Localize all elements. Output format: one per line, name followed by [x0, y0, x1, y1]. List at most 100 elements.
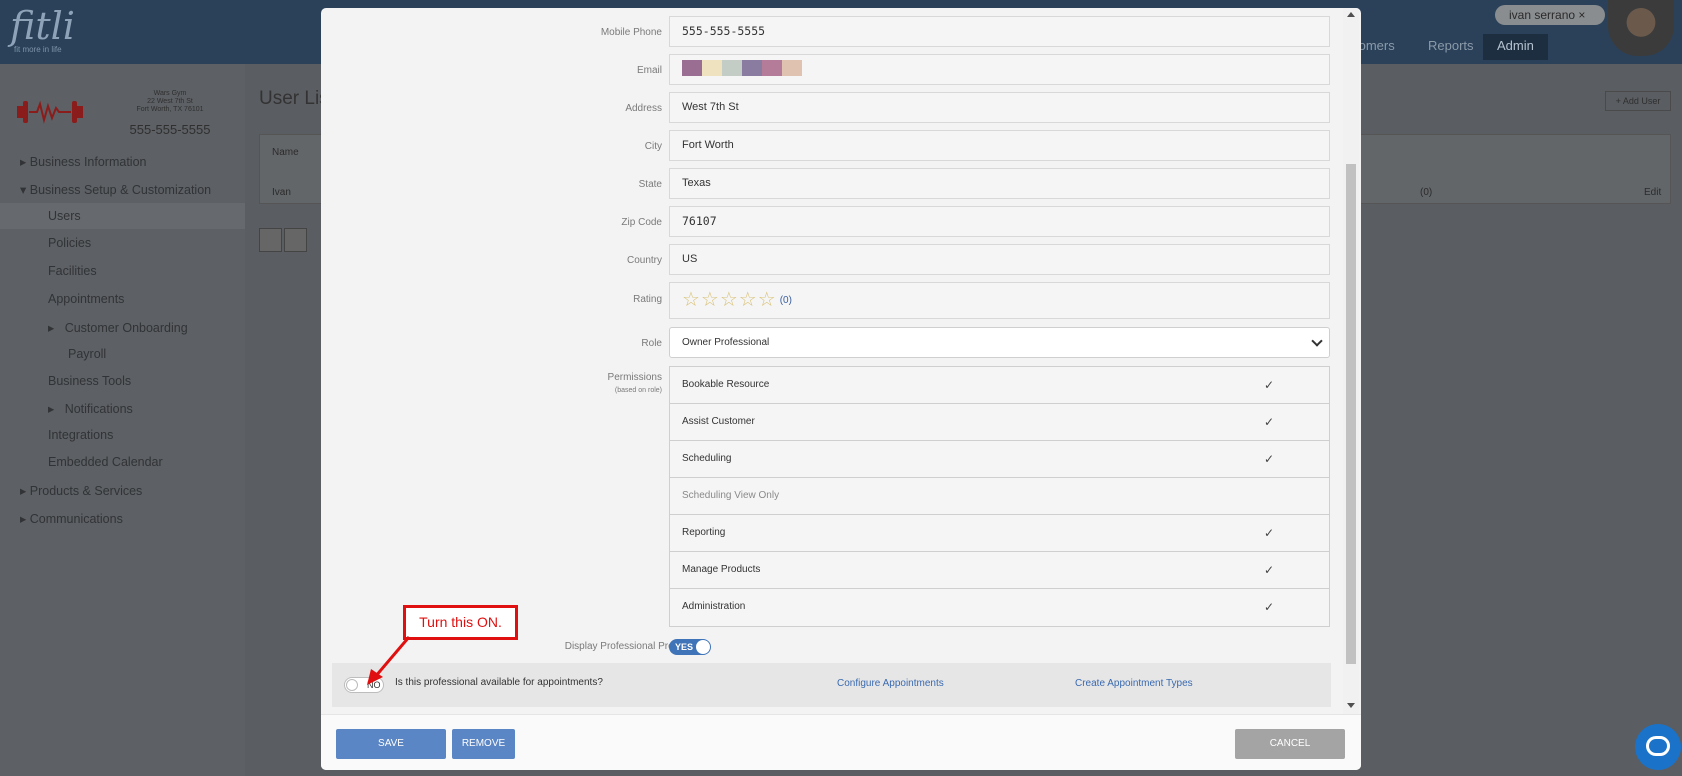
column-header-name: Name [272, 147, 299, 158]
pager-prev-button[interactable] [259, 228, 282, 252]
configure-appointments-link[interactable]: Configure Appointments [837, 678, 944, 689]
check-icon: ✓ [1263, 452, 1274, 466]
edit-user-modal: Mobile Phone 555-555-5555 Email Address … [321, 8, 1361, 770]
permission-row[interactable]: Manage Products ✓ [670, 552, 1329, 589]
sidebar-item-appointments[interactable]: Appointments [48, 292, 124, 306]
sidebar-item-notifications[interactable]: ▸ Notifications [48, 401, 133, 416]
city-input[interactable]: Fort Worth [669, 130, 1330, 161]
check-icon: ✓ [1263, 600, 1274, 614]
sidebar-item-embedded-calendar[interactable]: Embedded Calendar [48, 455, 163, 469]
remove-button[interactable]: REMOVE [452, 729, 515, 759]
role-value: Owner Professional [682, 337, 770, 348]
table-row-rating-count: (0) [1420, 187, 1433, 198]
modal-body: Mobile Phone 555-555-5555 Email Address … [321, 8, 1361, 714]
chat-bubble-icon [1646, 736, 1670, 756]
create-appointment-types-link[interactable]: Create Appointment Types [1075, 678, 1193, 689]
avatar[interactable] [1608, 0, 1674, 56]
permission-row[interactable]: Reporting ✓ [670, 515, 1329, 552]
zip-input[interactable]: 76107 [669, 206, 1330, 237]
business-name: Wars Gym [153, 90, 187, 97]
toggle-knob [346, 679, 358, 691]
sidebar-item-communications[interactable]: ▸ Communications [20, 511, 123, 526]
sidebar-item-products-services[interactable]: ▸ Products & Services [20, 483, 142, 498]
redacted-block [722, 60, 742, 77]
scrollbar-thumb[interactable] [1346, 164, 1356, 664]
business-city: Fort Worth, TX 76101 [136, 106, 204, 113]
table-row-edit-link[interactable]: Edit [1644, 187, 1661, 198]
sidebar-item-payroll[interactable]: Payroll [68, 347, 106, 361]
pager-next-button[interactable] [284, 228, 307, 252]
country-input[interactable]: US [669, 244, 1330, 275]
check-icon: ✓ [1263, 526, 1274, 540]
logo-tagline: fit more in life [14, 45, 62, 54]
user-menu[interactable]: ivan serrano × [1495, 5, 1605, 25]
business-street: 22 West 7th St [147, 98, 193, 105]
sidebar-item-customer-onboarding[interactable]: ▸ Customer Onboarding [48, 320, 188, 335]
fitli-logo[interactable]: fitli [10, 4, 75, 48]
scroll-up-icon[interactable] [1347, 12, 1355, 17]
permissions-label: Permissions [607, 372, 662, 383]
role-label: Role [641, 338, 662, 349]
sidebar-item-users[interactable]: Users [0, 203, 245, 229]
modal-footer: SAVE REMOVE CANCEL [321, 714, 1361, 770]
rating-field: ☆☆☆☆☆ (0) [669, 282, 1330, 319]
business-logo-icon [17, 100, 83, 124]
business-address: Wars Gym 22 West 7th St Fort Worth, TX 7… [110, 90, 230, 114]
table-row-name[interactable]: Ivan [272, 187, 291, 198]
permission-row[interactable]: Bookable Resource ✓ [670, 367, 1329, 404]
sidebar-item-integrations[interactable]: Integrations [48, 428, 113, 442]
permissions-sublabel: (based on role) [614, 387, 662, 394]
display-profile-toggle[interactable]: YES [669, 639, 711, 655]
permission-row[interactable]: Scheduling ✓ [670, 441, 1329, 478]
email-label: Email [636, 65, 662, 76]
sidebar-item-business-information[interactable]: ▸ Business Information [20, 154, 146, 169]
redacted-block [682, 60, 702, 77]
check-icon: ✓ [1263, 415, 1274, 429]
save-button[interactable]: SAVE [336, 729, 446, 759]
nav-reports[interactable]: Reports [1428, 38, 1474, 53]
address-label: Address [625, 103, 662, 114]
sidebar-item-facilities[interactable]: Facilities [48, 264, 97, 278]
permission-row[interactable]: Scheduling View Only [670, 478, 1329, 515]
zip-label: Zip Code [621, 217, 662, 228]
check-icon: ✓ [1263, 563, 1274, 577]
redacted-block [742, 60, 762, 77]
availability-question: Is this professional available for appoi… [395, 677, 603, 688]
sidebar-item-business-tools[interactable]: Business Tools [48, 374, 131, 388]
role-select[interactable]: Owner Professional [669, 327, 1330, 358]
chevron-down-icon [1311, 335, 1323, 347]
toggle-knob [696, 640, 710, 654]
address-input[interactable]: West 7th St [669, 92, 1330, 123]
business-phone: 555-555-5555 [129, 122, 211, 137]
rating-label: Rating [633, 294, 662, 305]
permissions-list: Bookable Resource ✓ Assist Customer ✓ Sche… [669, 366, 1330, 627]
country-label: Country [626, 255, 662, 266]
redacted-block [782, 60, 802, 77]
availability-bar: NO Is this professional available for ap… [332, 663, 1331, 707]
user-name: ivan serrano [1509, 8, 1576, 22]
state-input[interactable]: Texas [669, 168, 1330, 199]
mobile-phone-input[interactable]: 555-555-5555 [669, 16, 1330, 47]
cancel-button[interactable]: CANCEL [1235, 729, 1345, 759]
annotation-arrow-icon [367, 636, 411, 685]
redacted-block [702, 60, 722, 77]
add-user-button[interactable]: + Add User [1605, 91, 1671, 111]
permission-row[interactable]: Assist Customer ✓ [670, 404, 1329, 441]
sidebar-item-policies[interactable]: Policies [48, 236, 91, 250]
email-input[interactable] [669, 54, 1330, 85]
state-label: State [638, 179, 662, 190]
sidebar-item-business-setup[interactable]: ▾ Business Setup & Customization [20, 182, 211, 197]
redacted-block [762, 60, 782, 77]
star-rating-icon[interactable]: ☆☆☆☆☆ [682, 289, 777, 311]
scroll-down-icon[interactable] [1347, 703, 1355, 708]
sidebar: Wars Gym 22 West 7th St Fort Worth, TX 7… [0, 64, 245, 776]
modal-scrollbar[interactable] [1343, 8, 1359, 714]
permission-row[interactable]: Administration ✓ [670, 589, 1329, 626]
nav-admin[interactable]: Admin [1483, 34, 1548, 60]
toggle-state-label: YES [675, 642, 694, 652]
mobile-phone-label: Mobile Phone [600, 27, 662, 38]
city-label: City [644, 141, 662, 152]
chat-launcher-button[interactable] [1635, 724, 1681, 770]
check-icon: ✓ [1263, 378, 1274, 392]
rating-count: (0) [779, 295, 792, 306]
